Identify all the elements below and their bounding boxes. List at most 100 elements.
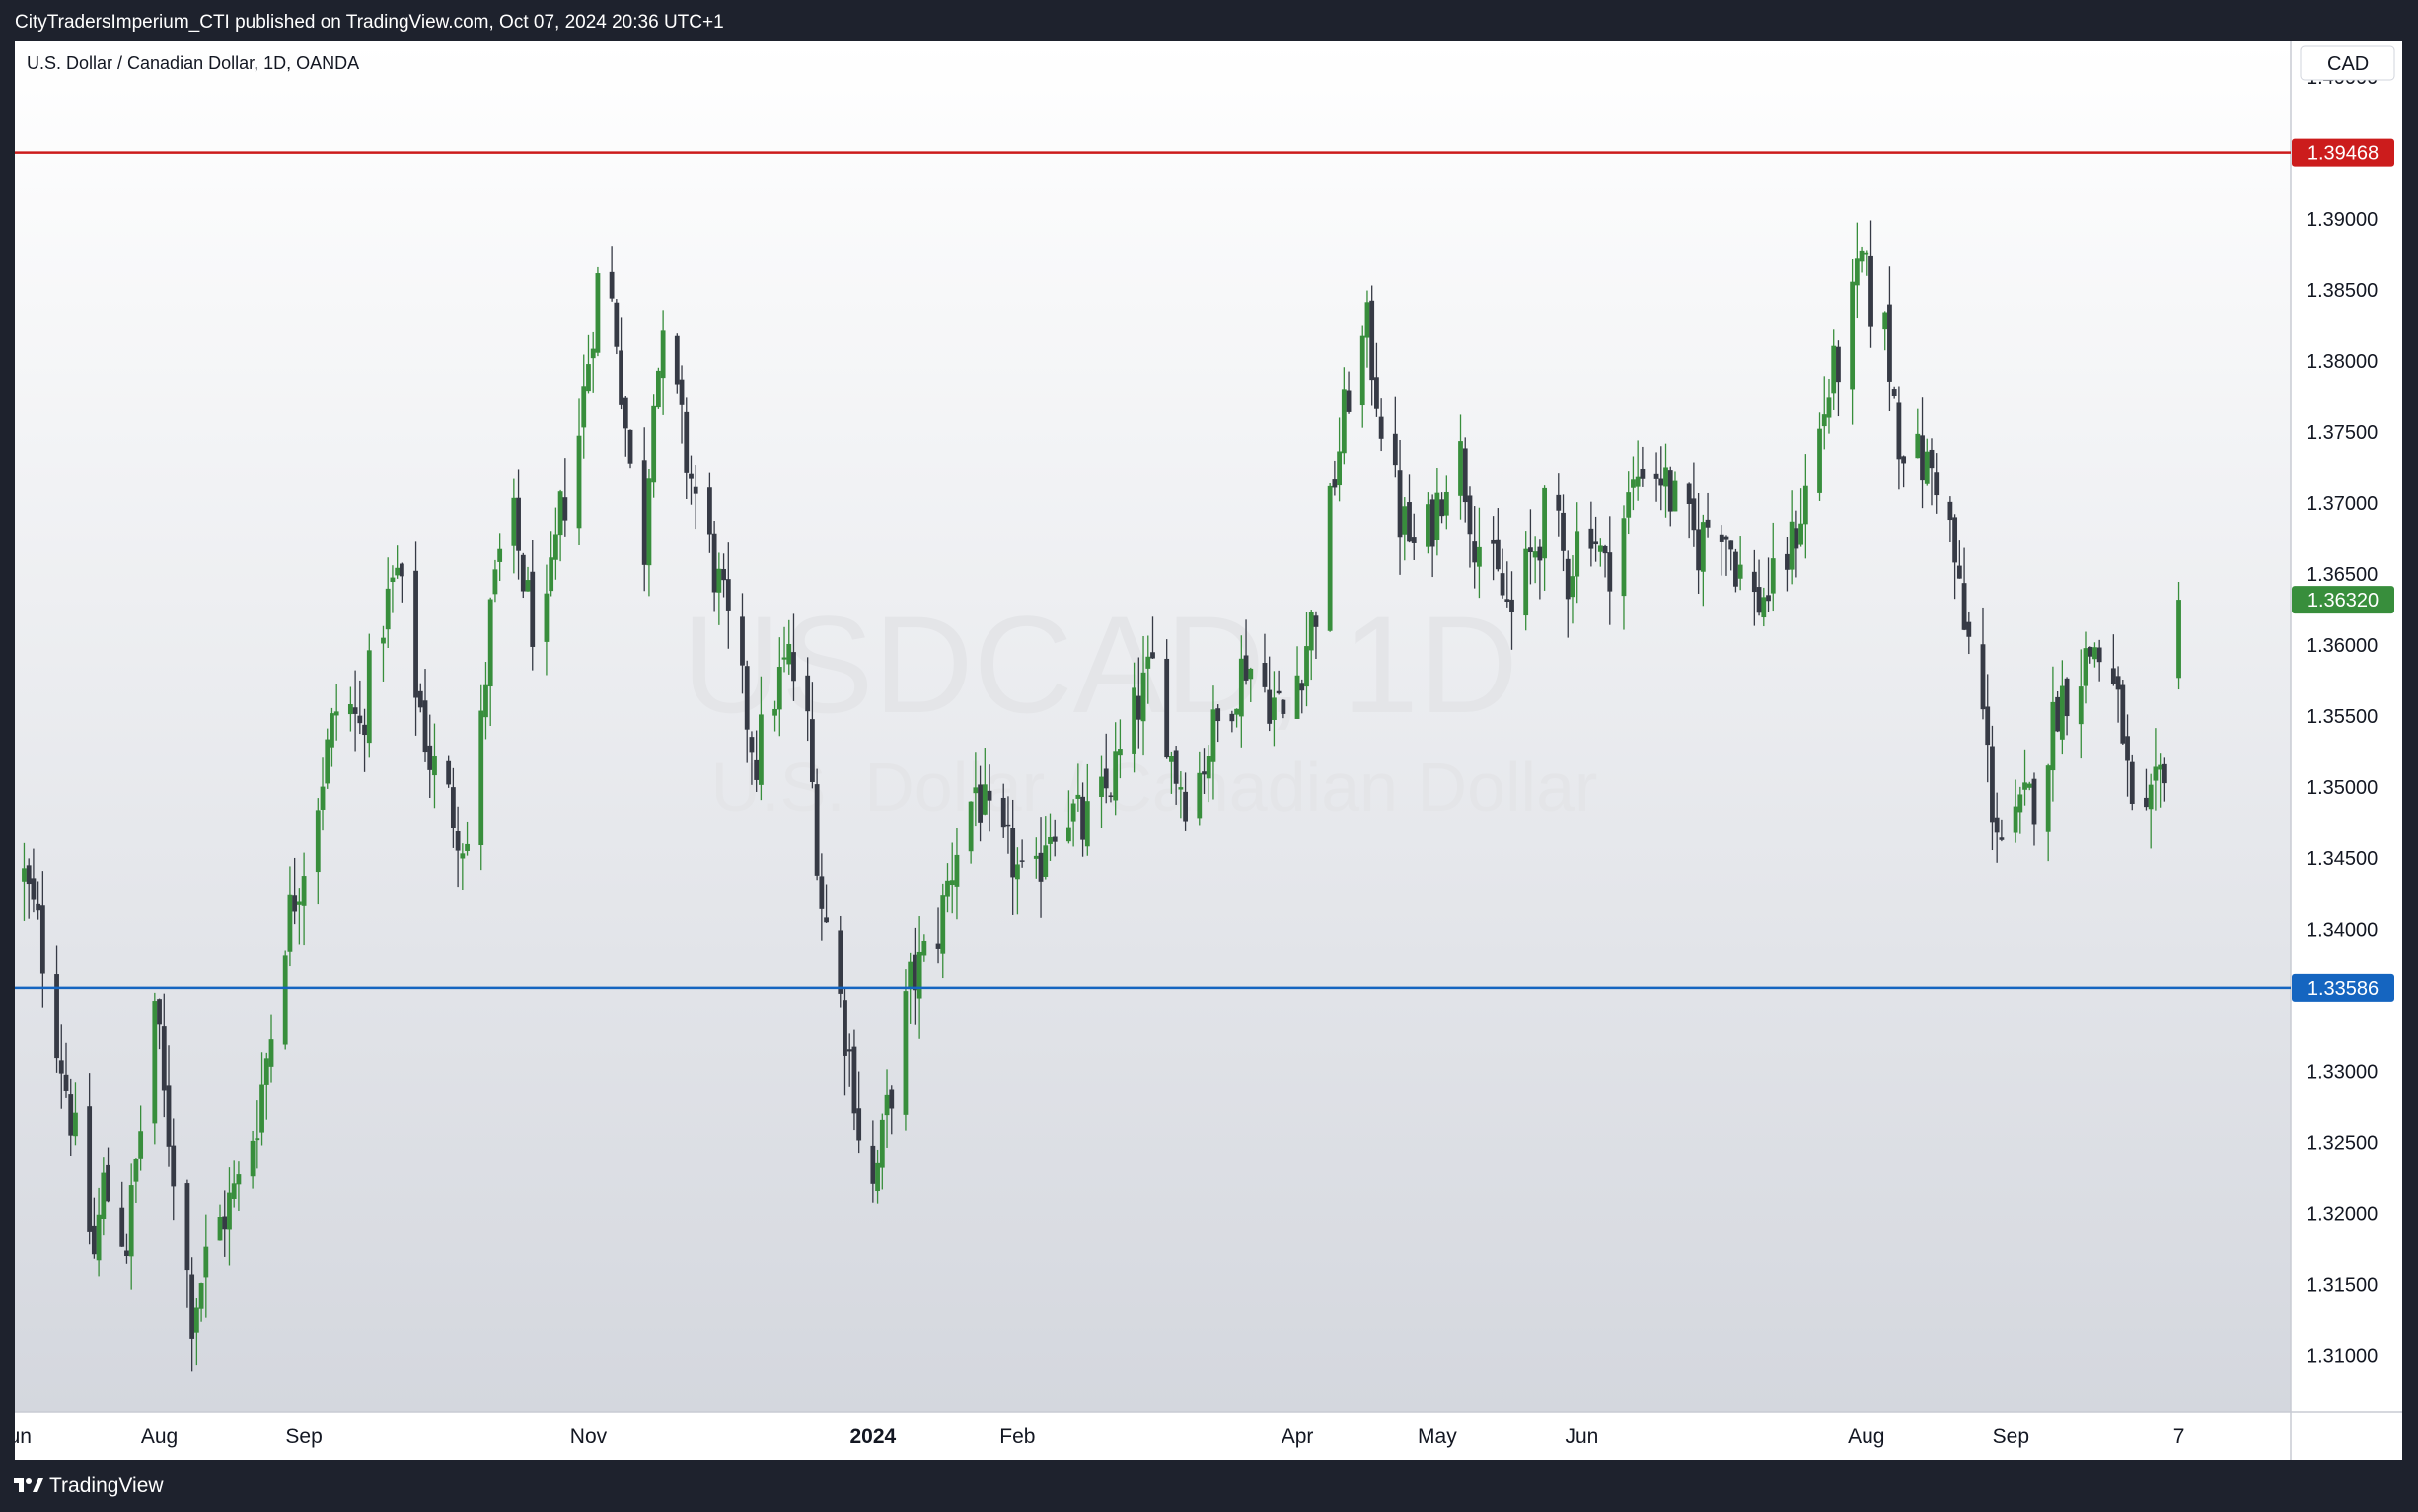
candle-body bbox=[1635, 476, 1641, 487]
candle bbox=[651, 394, 657, 498]
candle-body bbox=[1500, 573, 1505, 596]
candle-body bbox=[222, 1216, 228, 1230]
candle-body bbox=[1458, 441, 1463, 496]
x-tick-label: Nov bbox=[570, 1425, 608, 1448]
candle-body bbox=[492, 569, 498, 595]
candle-body bbox=[1602, 545, 1608, 554]
candle-body bbox=[2092, 647, 2097, 660]
candle-body bbox=[1966, 621, 1972, 637]
candle-body bbox=[171, 1145, 177, 1187]
candle-body bbox=[520, 554, 526, 592]
candle-body bbox=[935, 943, 941, 949]
candle-body bbox=[1597, 545, 1603, 552]
price-chart[interactable]: USDCAD, 1D U.S. Dollar / Canadian Dollar… bbox=[15, 41, 2402, 1460]
candle-body bbox=[1467, 495, 1473, 535]
candle-body bbox=[2026, 783, 2032, 788]
x-tick-label: 2024 bbox=[849, 1425, 896, 1448]
candle-body bbox=[1999, 837, 2005, 840]
candle-body bbox=[846, 1049, 852, 1052]
candle-body bbox=[721, 568, 726, 581]
candle-body bbox=[2022, 782, 2027, 790]
chart-frame[interactable]: USDCAD, 1D U.S. Dollar / Canadian Dollar… bbox=[15, 41, 2402, 1460]
candle-body bbox=[301, 876, 307, 906]
candle-body bbox=[772, 708, 777, 716]
candle-body bbox=[1033, 855, 1039, 859]
candle-body bbox=[1234, 708, 1239, 715]
candle-body bbox=[2045, 765, 2051, 832]
candle bbox=[2120, 680, 2126, 745]
x-tick-label: Aug bbox=[141, 1425, 178, 1448]
candle-body bbox=[838, 930, 843, 994]
candle-body bbox=[655, 370, 661, 408]
candle-body bbox=[357, 715, 363, 724]
candle-body bbox=[576, 435, 582, 529]
candle-body bbox=[1262, 663, 1268, 687]
candle-body bbox=[1276, 690, 1282, 694]
candle-body bbox=[227, 1192, 232, 1230]
candle-body bbox=[1248, 668, 1254, 680]
candle-body bbox=[1374, 377, 1379, 409]
candle-body bbox=[1070, 803, 1076, 822]
candle-body bbox=[1766, 595, 1771, 602]
candle-body bbox=[1015, 864, 1020, 880]
candle-body bbox=[1770, 558, 1776, 594]
candle-body bbox=[1206, 756, 1211, 779]
candle-body bbox=[590, 348, 596, 359]
candle-body bbox=[1169, 756, 1174, 762]
candle-body bbox=[1202, 771, 1207, 775]
candle-body bbox=[152, 1001, 158, 1124]
candle-body bbox=[1761, 597, 1767, 618]
candle-body bbox=[706, 487, 712, 535]
candle-body bbox=[2083, 648, 2088, 686]
y-tick-label: 1.36500 bbox=[2307, 564, 2378, 586]
candle-body bbox=[1145, 656, 1151, 669]
candle-body bbox=[557, 491, 563, 536]
candle-body bbox=[330, 713, 334, 748]
candle-body bbox=[231, 1183, 237, 1199]
candle-body bbox=[1150, 652, 1155, 659]
last-price-label: 1.36320 bbox=[2308, 590, 2379, 612]
candle-body bbox=[1238, 658, 1244, 717]
candle-body bbox=[716, 568, 722, 593]
candle-body bbox=[824, 917, 829, 923]
candle-body bbox=[1378, 416, 1384, 439]
publish-info-bar: CityTradersImperium_CTI published on Tra… bbox=[0, 0, 2418, 41]
candle-body bbox=[1118, 749, 1123, 756]
candle-body bbox=[487, 599, 493, 687]
candle-body bbox=[138, 1131, 144, 1159]
candle-body bbox=[1043, 845, 1049, 877]
candle-body bbox=[1956, 565, 1962, 579]
candle bbox=[614, 299, 620, 355]
candle-body bbox=[921, 940, 927, 956]
candle-body bbox=[1537, 546, 1543, 561]
candle-body bbox=[399, 563, 404, 577]
candle-body bbox=[1429, 499, 1435, 547]
candle-body bbox=[1136, 695, 1141, 720]
candle-body bbox=[1915, 433, 1921, 459]
candle-body bbox=[189, 1274, 195, 1339]
candle-body bbox=[1281, 699, 1286, 714]
candle-body bbox=[805, 675, 811, 712]
candle-body bbox=[1392, 433, 1398, 466]
time-axis-background bbox=[15, 1412, 2291, 1460]
candle-body bbox=[1924, 451, 1930, 484]
candle-body bbox=[1756, 587, 1762, 613]
candle-body bbox=[1509, 599, 1514, 612]
candle-body bbox=[1327, 485, 1333, 631]
candle-body bbox=[875, 1162, 880, 1192]
candle-body bbox=[1789, 521, 1795, 570]
candle-body bbox=[679, 379, 685, 405]
candle-body bbox=[1346, 390, 1352, 412]
candle-body bbox=[851, 1046, 857, 1114]
candle-body bbox=[1850, 281, 1856, 390]
candle-body bbox=[2153, 766, 2159, 781]
candle-body bbox=[1084, 801, 1090, 847]
candle-body bbox=[1542, 487, 1548, 559]
candle-body bbox=[758, 714, 764, 785]
candle-body bbox=[1887, 304, 1892, 382]
candle-body bbox=[879, 1119, 885, 1168]
y-tick-label: 1.34000 bbox=[2307, 919, 2378, 941]
candle-body bbox=[366, 650, 372, 744]
candle-body bbox=[292, 895, 298, 912]
candle-body bbox=[1528, 547, 1533, 553]
